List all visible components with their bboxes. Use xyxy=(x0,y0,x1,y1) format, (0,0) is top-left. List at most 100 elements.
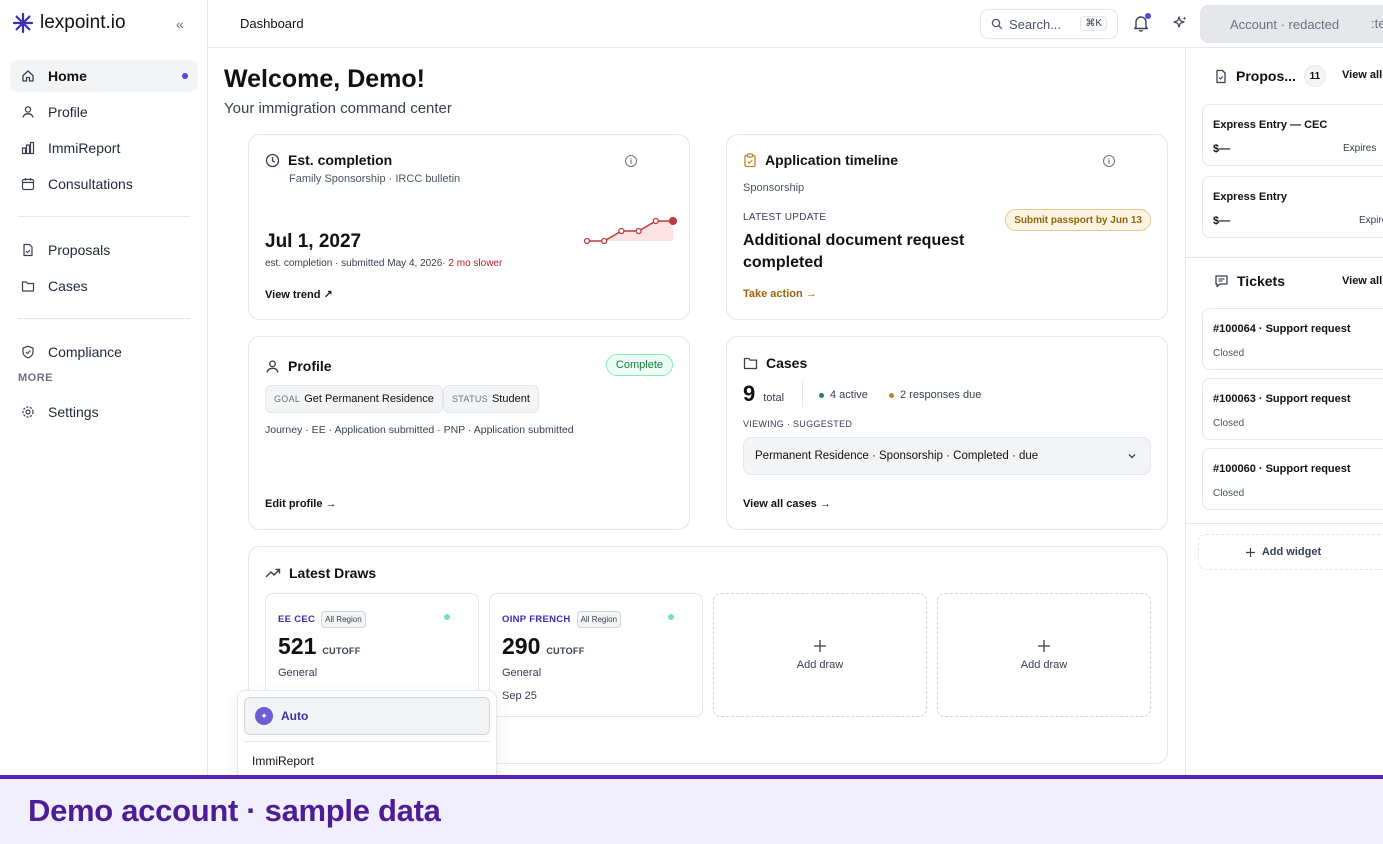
bar-chart-icon xyxy=(20,140,36,156)
nav-divider xyxy=(18,318,190,319)
tickets-widget-title: Tickets xyxy=(1237,273,1285,289)
draw-date: Sep 25 xyxy=(502,690,537,702)
ai-sparkle-icon[interactable] xyxy=(1172,15,1188,36)
draw-score-value: 521 xyxy=(278,633,317,659)
logo-text: lexpoint.io xyxy=(40,12,126,33)
tickets-view-all-link[interactable]: View all xyxy=(1342,275,1382,287)
proposal-title: Express Entry xyxy=(1213,191,1287,203)
view-trend-link[interactable]: View trend ↗ xyxy=(265,288,333,301)
sidebar-item-immireport[interactable]: ImmiReport xyxy=(10,132,198,164)
view-all-cases-link[interactable]: View all cases → xyxy=(743,498,831,510)
est-completion-note: est. completion · submitted May 4, 2026·… xyxy=(265,258,502,269)
search-input[interactable]: Search... ⌘K xyxy=(980,9,1118,39)
sidebar: lexpoint.io « Home Profile ImmiReport Co… xyxy=(0,0,208,777)
dropdown-option-auto[interactable]: ✦ Auto xyxy=(244,697,490,735)
draw-cutoff-label: CUTOFF xyxy=(546,646,585,656)
add-draw-button[interactable]: Add draw xyxy=(937,593,1151,717)
sidebar-item-label: Settings xyxy=(48,404,99,420)
sidebar-item-label: Home xyxy=(48,68,87,84)
draw-program-name: EE CEC xyxy=(278,614,316,625)
sparkline-point xyxy=(668,216,677,226)
active-indicator-dot xyxy=(182,73,188,79)
chat-bubble-icon xyxy=(1215,275,1228,288)
goal-chip: GOAL Get Permanent Residence xyxy=(265,385,443,413)
sidebar-item-profile[interactable]: Profile xyxy=(10,96,198,128)
logo-asterisk-icon xyxy=(12,12,34,34)
panel-divider xyxy=(1186,257,1383,258)
demo-banner-text: Demo account · sample data xyxy=(28,793,441,828)
sidebar-item-label: Compliance xyxy=(48,344,122,360)
account-menu-button[interactable]: Account · redacted :te xyxy=(1200,5,1383,43)
edit-profile-link[interactable]: Edit profile → xyxy=(265,498,337,510)
ticket-item[interactable]: #100064 · Support request Closed M xyxy=(1202,308,1383,370)
collapse-sidebar-icon[interactable]: « xyxy=(176,16,184,32)
breadcrumb[interactable]: Dashboard xyxy=(240,16,304,31)
est-completion-subtitle: Family Sponsorship · IRCC bulletin xyxy=(289,173,461,185)
draw-region-badge: All Region xyxy=(576,611,622,628)
card-title: Cases xyxy=(743,355,807,371)
latest-draws-title: Latest Draws xyxy=(289,565,377,581)
proposal-item[interactable]: Express Entry $— Expires M xyxy=(1202,176,1383,238)
proposal-item[interactable]: Express Entry — CEC $— Expires xyxy=(1202,104,1383,166)
ticket-item[interactable]: #100060 · Support request Closed xyxy=(1202,448,1383,510)
ticket-title: #100063 · Support request xyxy=(1213,393,1351,405)
take-action-link[interactable]: Take action → xyxy=(743,288,817,300)
draw-cutoff-label: CUTOFF xyxy=(322,646,361,656)
plus-icon xyxy=(1245,547,1255,557)
logo[interactable]: lexpoint.io xyxy=(12,12,126,34)
add-widget-button[interactable]: Add widget xyxy=(1198,534,1383,570)
info-icon[interactable]: i xyxy=(625,155,637,167)
demo-banner: Demo account · sample data xyxy=(0,775,1383,844)
sidebar-item-compliance[interactable]: Compliance xyxy=(10,336,198,368)
search-icon xyxy=(991,18,1003,30)
sidebar-item-home[interactable]: Home xyxy=(10,60,198,92)
chip-value: Student xyxy=(491,393,530,405)
sidebar-item-consultations[interactable]: Consultations xyxy=(10,168,198,200)
right-panel: Propos... 11 View all Express Entry — CE… xyxy=(1185,48,1383,777)
completion-trend-sparkline xyxy=(583,216,677,245)
status-chip: STATUS Student xyxy=(443,385,539,413)
profile-status-badge: Complete xyxy=(605,354,673,376)
est-completion-card: Est. completion i Family Sponsorship · I… xyxy=(248,134,690,320)
est-completion-delta: 2 mo slower xyxy=(448,258,503,269)
home-icon xyxy=(20,68,36,84)
ticket-item[interactable]: #100063 · Support request Closed N xyxy=(1202,378,1383,440)
proposal-price: $— xyxy=(1213,215,1231,227)
folder-icon xyxy=(20,278,36,294)
profile-title: Profile xyxy=(288,358,332,374)
trending-up-icon xyxy=(265,568,281,578)
proposals-count-badge: 11 xyxy=(1303,65,1326,87)
draw-program: EE CEC All Region xyxy=(278,611,366,628)
sparkline-point xyxy=(583,237,591,245)
add-draw-button[interactable]: Add draw xyxy=(713,593,927,717)
dropdown-option-immireport[interactable]: ImmiReport xyxy=(252,754,314,768)
est-completion-date: Jul 1, 2027 xyxy=(265,231,362,252)
sidebar-item-label: Consultations xyxy=(48,176,133,192)
cases-total: 9 total xyxy=(743,381,784,407)
sidebar-item-cases[interactable]: Cases xyxy=(10,270,198,302)
notifications-bell-icon[interactable] xyxy=(1132,13,1151,37)
draw-program-name: OINP FRENCH xyxy=(502,614,571,625)
active-count-text: 4 active xyxy=(830,389,868,401)
shield-icon xyxy=(20,344,36,360)
chevron-down-icon xyxy=(1128,454,1136,459)
responses-due: 2 responses due xyxy=(889,389,981,401)
card-title: Profile xyxy=(265,358,332,374)
account-trailing-text: :te xyxy=(1371,16,1383,31)
ticket-status: Closed xyxy=(1213,348,1245,359)
folder-icon xyxy=(743,357,758,370)
ticket-status: Closed xyxy=(1213,488,1245,499)
chip-key: STATUS xyxy=(452,394,488,404)
sidebar-item-proposals[interactable]: Proposals xyxy=(10,234,198,266)
info-icon[interactable]: i xyxy=(1103,155,1115,167)
case-selector[interactable]: Permanent Residence · Sponsorship · Comp… xyxy=(743,437,1151,475)
proposals-view-all-link[interactable]: View all xyxy=(1342,69,1382,81)
cases-total-number: 9 xyxy=(743,381,756,406)
divider xyxy=(802,381,803,407)
sparkline-point xyxy=(618,227,625,235)
sparkle-avatar-icon: ✦ xyxy=(255,707,273,725)
draw-card[interactable]: OINP FRENCH All Region 290 CUTOFF General… xyxy=(489,593,703,717)
draw-program: OINP FRENCH All Region xyxy=(502,611,622,628)
nav-divider xyxy=(18,216,190,217)
sidebar-item-settings[interactable]: Settings xyxy=(10,396,198,428)
